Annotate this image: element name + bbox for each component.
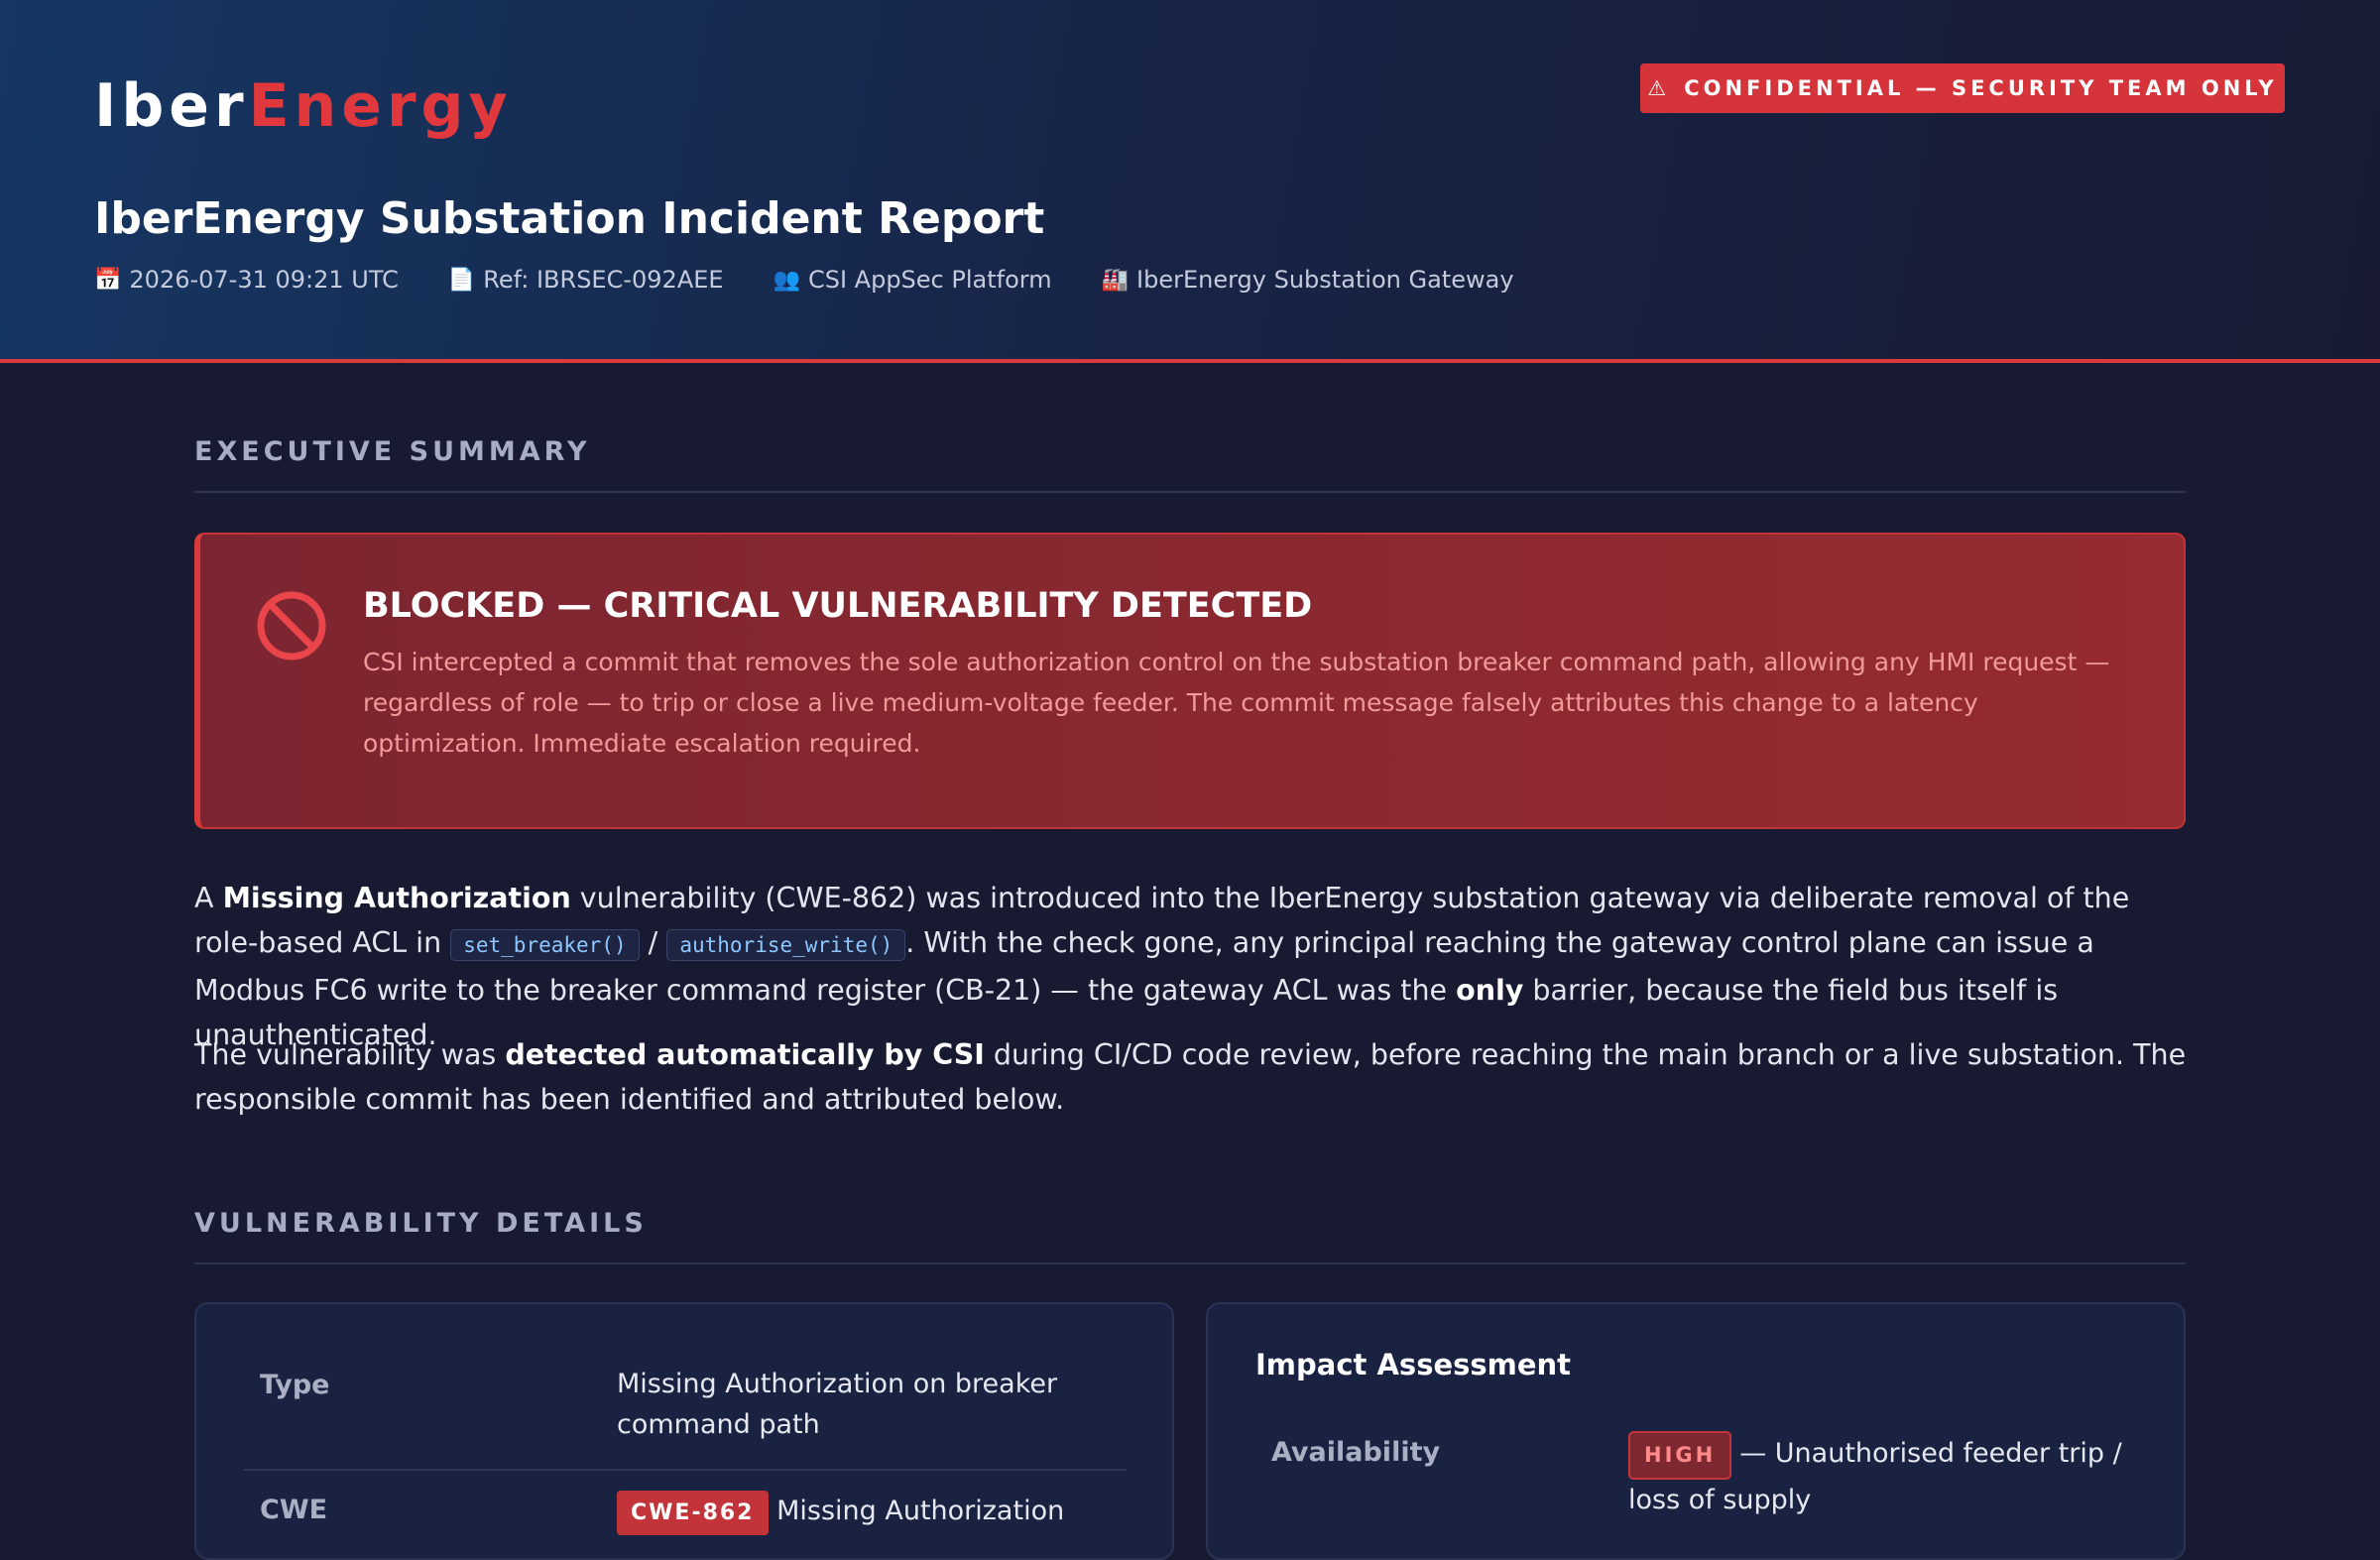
para2-bold-1: detected automatically by CSI (505, 1038, 985, 1071)
cwe-value: CWE-862 Missing Authorization (617, 1491, 1132, 1535)
cwe-value-text: Missing Authorization (776, 1496, 1065, 1526)
meta-date: 📅 2026-07-31 09:21 UTC (94, 266, 399, 294)
alert-title: BLOCKED — CRITICAL VULNERABILITY DETECTE… (363, 586, 1313, 626)
executive-summary-heading: EXECUTIVE SUMMARY (194, 436, 2186, 493)
blocked-icon (257, 591, 326, 660)
document-icon: 📄 (447, 267, 476, 293)
summary-paragraph-2: The vulnerability was detected automatic… (194, 1032, 2188, 1122)
para1-text-1: A (194, 882, 223, 914)
meta-reference: 📄 Ref: IBRSEC-092AEE (448, 266, 724, 294)
team-icon: 👥 (773, 267, 800, 293)
confidential-badge: ⚠ CONFIDENTIAL — SECURITY TEAM ONLY (1640, 63, 2285, 113)
severity-badge: HIGH (1628, 1431, 1732, 1480)
calendar-icon: 📅 (94, 267, 122, 293)
meta-system-text: IberEnergy Substation Gateway (1136, 266, 1514, 294)
type-label: Type (260, 1370, 330, 1400)
report-meta: 📅 2026-07-31 09:21 UTC 📄 Ref: IBRSEC-092… (94, 266, 1514, 294)
vulnerability-details-card: Type Missing Authorization on breaker co… (194, 1302, 1174, 1560)
report-header: IberEnergy ⚠ CONFIDENTIAL — SECURITY TEA… (0, 0, 2380, 363)
brand-logo: IberEnergy (94, 71, 513, 141)
type-value: Missing Authorization on breaker command… (617, 1369, 1058, 1440)
meta-date-text: 2026-07-31 09:21 UTC (129, 266, 399, 294)
impact-title: Impact Assessment (1255, 1348, 1572, 1381)
warning-icon: ⚠ (1647, 76, 1671, 100)
code-authorise-write: authorise_write() (666, 929, 906, 961)
meta-platform: 👥 CSI AppSec Platform (774, 266, 1052, 294)
meta-reference-text: Ref: IBRSEC-092AEE (483, 266, 724, 294)
para1-text-3: / (639, 926, 667, 959)
critical-alert: BLOCKED — CRITICAL VULNERABILITY DETECTE… (194, 533, 2186, 829)
cwe-label: CWE (260, 1495, 328, 1525)
para1-bold-2: only (1456, 974, 1524, 1007)
logo-primary: Iber (94, 71, 249, 141)
para2-text-1: The vulnerability was (194, 1038, 506, 1071)
confidential-badge-label: CONFIDENTIAL — SECURITY TEAM ONLY (1684, 76, 2278, 100)
availability-label: Availability (1271, 1437, 1441, 1468)
impact-assessment-card: Impact Assessment Availability HIGH — Una… (1206, 1302, 2186, 1560)
alert-description: CSI intercepted a commit that removes th… (363, 648, 2110, 758)
para1-bold-1: Missing Authorization (222, 882, 571, 914)
factory-icon: 🏭 (1101, 267, 1129, 293)
cwe-badge: CWE-862 (617, 1491, 769, 1535)
code-set-breaker: set_breaker() (450, 929, 640, 961)
report-title: IberEnergy Substation Incident Report (94, 193, 1045, 244)
logo-accent: Energy (248, 71, 513, 141)
meta-system: 🏭 IberEnergy Substation Gateway (1102, 266, 1514, 294)
meta-platform-text: CSI AppSec Platform (807, 266, 1052, 294)
row-divider (244, 1469, 1127, 1471)
summary-paragraph-1: A Missing Authorization vulnerability (C… (194, 876, 2188, 1057)
vulnerability-details-heading: VULNERABILITY DETAILS (194, 1208, 2186, 1264)
